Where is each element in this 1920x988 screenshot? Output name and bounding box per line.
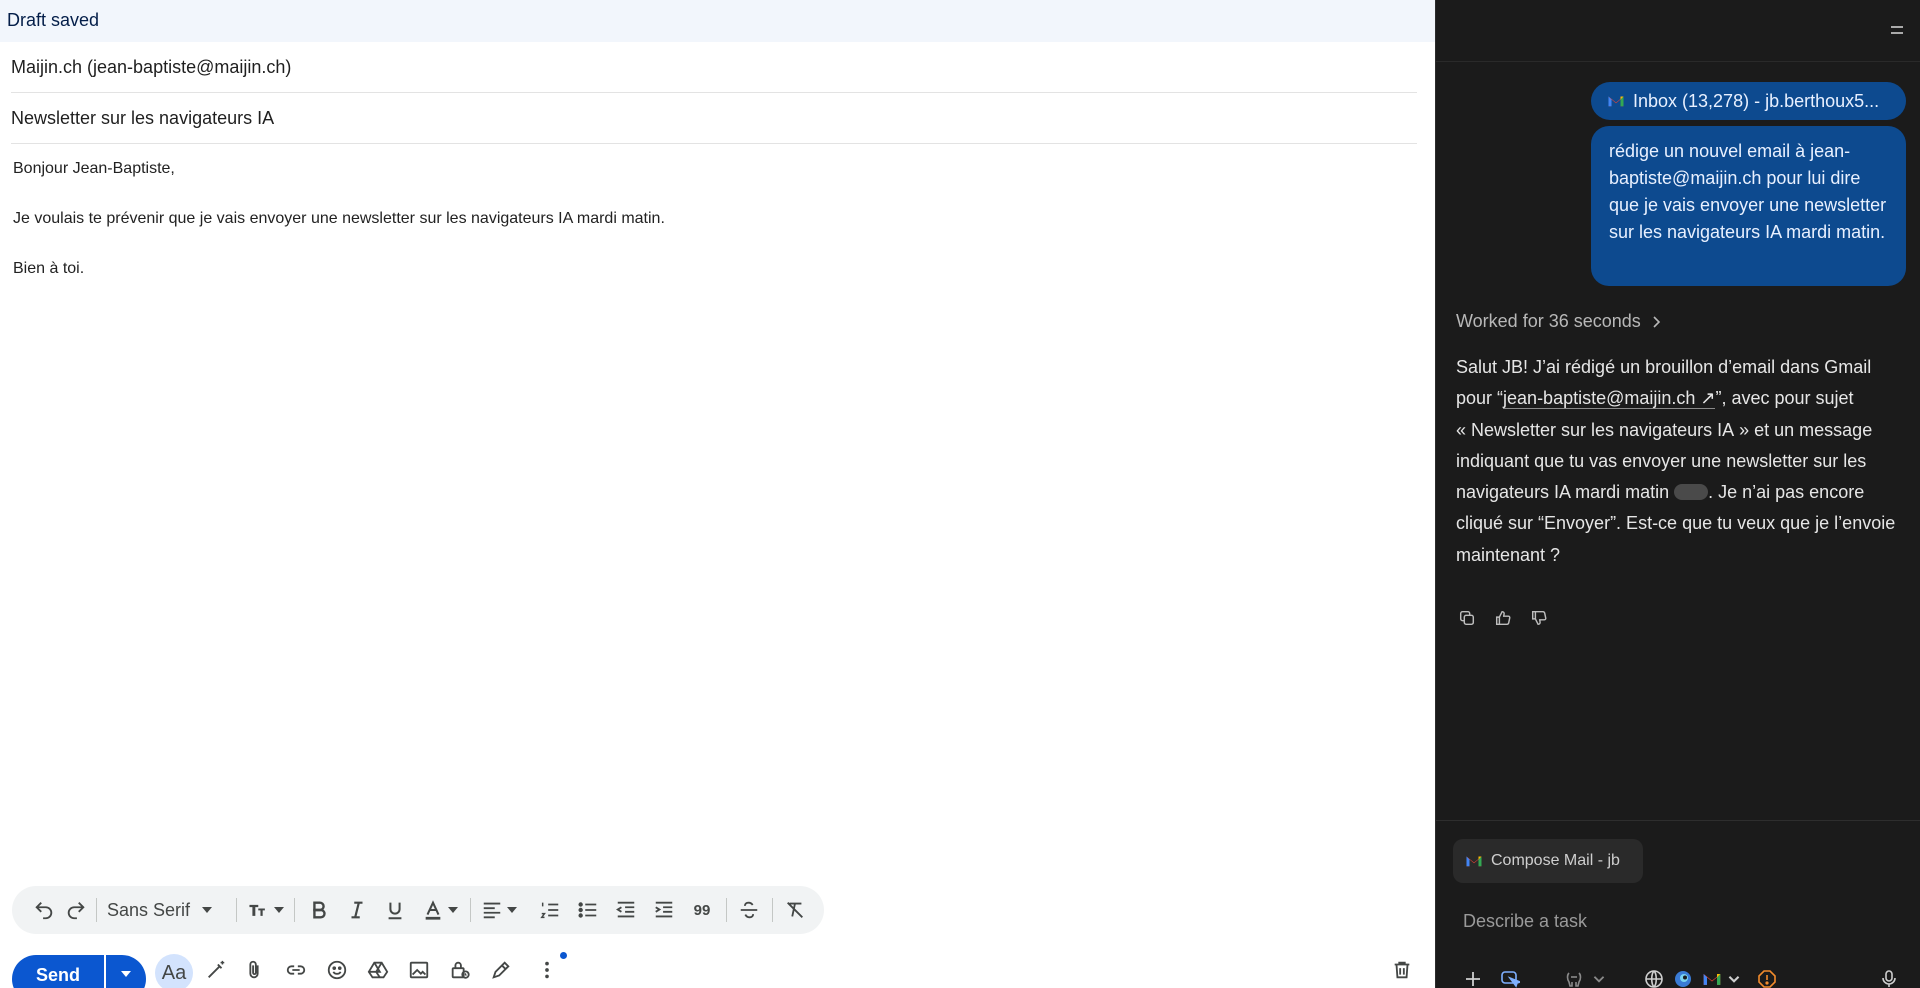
task-input[interactable] bbox=[1463, 907, 1883, 935]
indent-more-icon[interactable] bbox=[648, 886, 680, 934]
bold-icon[interactable] bbox=[302, 886, 336, 934]
browser-logo-icon[interactable] bbox=[1672, 966, 1694, 988]
remove-formatting-icon[interactable] bbox=[778, 886, 812, 934]
recipient-link[interactable]: jean-baptiste@maijin.ch ↗ bbox=[1503, 388, 1716, 410]
copy-icon[interactable] bbox=[1456, 607, 1478, 629]
draft-status: Draft saved bbox=[7, 10, 100, 30]
insert-photo-icon[interactable] bbox=[401, 952, 437, 988]
chevron-right-icon bbox=[1653, 315, 1660, 328]
toolbar-divider bbox=[96, 898, 97, 922]
subject-field[interactable]: Newsletter sur les navigateurs IA bbox=[11, 93, 1417, 144]
font-family-label: Sans Serif bbox=[107, 899, 191, 920]
insert-link-icon[interactable] bbox=[278, 952, 314, 988]
underline-icon[interactable] bbox=[378, 886, 412, 934]
redo-icon[interactable] bbox=[62, 886, 90, 934]
gmail-icon[interactable] bbox=[1700, 966, 1724, 988]
task-composer: Compose Mail - jb bbox=[1436, 820, 1920, 988]
confidential-mode-icon[interactable] bbox=[442, 952, 478, 988]
toolbar-divider bbox=[726, 898, 727, 922]
strikethrough-icon[interactable] bbox=[732, 886, 766, 934]
worked-duration[interactable]: Worked for 36 seconds bbox=[1456, 311, 1663, 332]
emoji-icon[interactable] bbox=[319, 952, 355, 988]
chevron-down-icon bbox=[202, 907, 213, 913]
indent-less-icon[interactable] bbox=[610, 886, 642, 934]
attached-tab-chip[interactable]: Compose Mail - jb bbox=[1453, 839, 1643, 883]
signature-icon[interactable] bbox=[483, 952, 519, 988]
italic-icon[interactable] bbox=[340, 886, 374, 934]
chevron-down-icon[interactable] bbox=[1591, 966, 1607, 988]
from-field[interactable]: Maijin.ch (jean-baptiste@maijin.ch) bbox=[11, 42, 1417, 93]
chevron-down-icon bbox=[274, 907, 284, 913]
send-label: Send bbox=[35, 964, 80, 985]
text-color-icon[interactable] bbox=[418, 886, 462, 934]
schedule-send-button[interactable] bbox=[106, 955, 146, 988]
toolbar-divider bbox=[294, 898, 295, 922]
incognito-icon[interactable] bbox=[1562, 966, 1586, 988]
font-size-icon[interactable] bbox=[242, 886, 290, 934]
microphone-icon[interactable] bbox=[1878, 966, 1900, 988]
compose-header: Draft saved bbox=[0, 0, 1435, 42]
toolbar-divider bbox=[236, 898, 237, 922]
assistant-answer: Salut JB! J’ai rédigé un brouillon d’ema… bbox=[1456, 352, 1896, 571]
body-line: Je voulais te prévenir que je vais envoy… bbox=[13, 210, 665, 227]
from-value: Maijin.ch (jean-baptiste@maijin.ch) bbox=[11, 57, 292, 77]
gmail-icon bbox=[1466, 856, 1482, 867]
chevron-down-icon bbox=[507, 907, 517, 913]
assistant-panel: Inbox (13,278) - jb.berthoux5... rédige … bbox=[1435, 0, 1920, 988]
body-closing: Bien à toi. bbox=[13, 260, 85, 277]
gmail-icon bbox=[1608, 96, 1624, 107]
undo-icon[interactable] bbox=[30, 886, 58, 934]
notification-dot bbox=[560, 952, 567, 959]
align-icon[interactable] bbox=[476, 886, 522, 934]
user-message: rédige un nouvel email à jean-baptiste@m… bbox=[1591, 126, 1906, 286]
magic-pen-icon[interactable] bbox=[198, 952, 234, 988]
bulleted-list-icon[interactable] bbox=[572, 886, 604, 934]
thumbs-up-icon[interactable] bbox=[1492, 607, 1514, 629]
formatting-toolbar: Sans Serif 99 bbox=[12, 886, 824, 934]
worked-duration-label: Worked for 36 seconds bbox=[1456, 311, 1641, 331]
warning-icon[interactable] bbox=[1756, 966, 1778, 988]
assistant-header bbox=[1436, 0, 1920, 62]
compose-action-bar: Send Aa bbox=[0, 952, 1435, 988]
font-family-select[interactable]: Sans Serif bbox=[107, 886, 213, 934]
globe-icon[interactable] bbox=[1642, 966, 1666, 988]
toolbar-divider bbox=[772, 898, 773, 922]
context-tab-chip[interactable]: Inbox (13,278) - jb.berthoux5... bbox=[1591, 82, 1906, 120]
feedback-row bbox=[1456, 607, 1550, 629]
chevron-down-icon bbox=[448, 907, 458, 913]
discard-draft-icon[interactable] bbox=[1384, 952, 1420, 988]
chevron-down-icon bbox=[121, 971, 131, 977]
attached-tab-label: Compose Mail - jb bbox=[1491, 852, 1620, 869]
thumbs-down-icon[interactable] bbox=[1528, 607, 1550, 629]
toolbar-divider bbox=[470, 898, 471, 922]
collapse-panel-icon[interactable] bbox=[1887, 20, 1907, 40]
drive-icon[interactable] bbox=[360, 952, 396, 988]
agent-mode-icon[interactable] bbox=[1498, 966, 1522, 988]
source-pill-icon[interactable] bbox=[1674, 484, 1709, 501]
body-greeting: Bonjour Jean-Baptiste, bbox=[13, 160, 175, 177]
formatting-options-button[interactable]: Aa bbox=[155, 954, 193, 988]
compose-window: Draft saved Maijin.ch (jean-baptiste@mai… bbox=[0, 0, 1435, 988]
quote-icon[interactable]: 99 bbox=[686, 886, 718, 934]
add-icon[interactable] bbox=[1462, 966, 1484, 988]
subject-value: Newsletter sur les navigateurs IA bbox=[11, 108, 275, 128]
chevron-down-icon[interactable] bbox=[1726, 966, 1742, 988]
numbered-list-icon[interactable] bbox=[534, 886, 566, 934]
send-button[interactable]: Send bbox=[12, 955, 104, 988]
context-tab-label: Inbox (13,278) - jb.berthoux5... bbox=[1633, 90, 1880, 111]
attach-file-icon[interactable] bbox=[236, 952, 272, 988]
